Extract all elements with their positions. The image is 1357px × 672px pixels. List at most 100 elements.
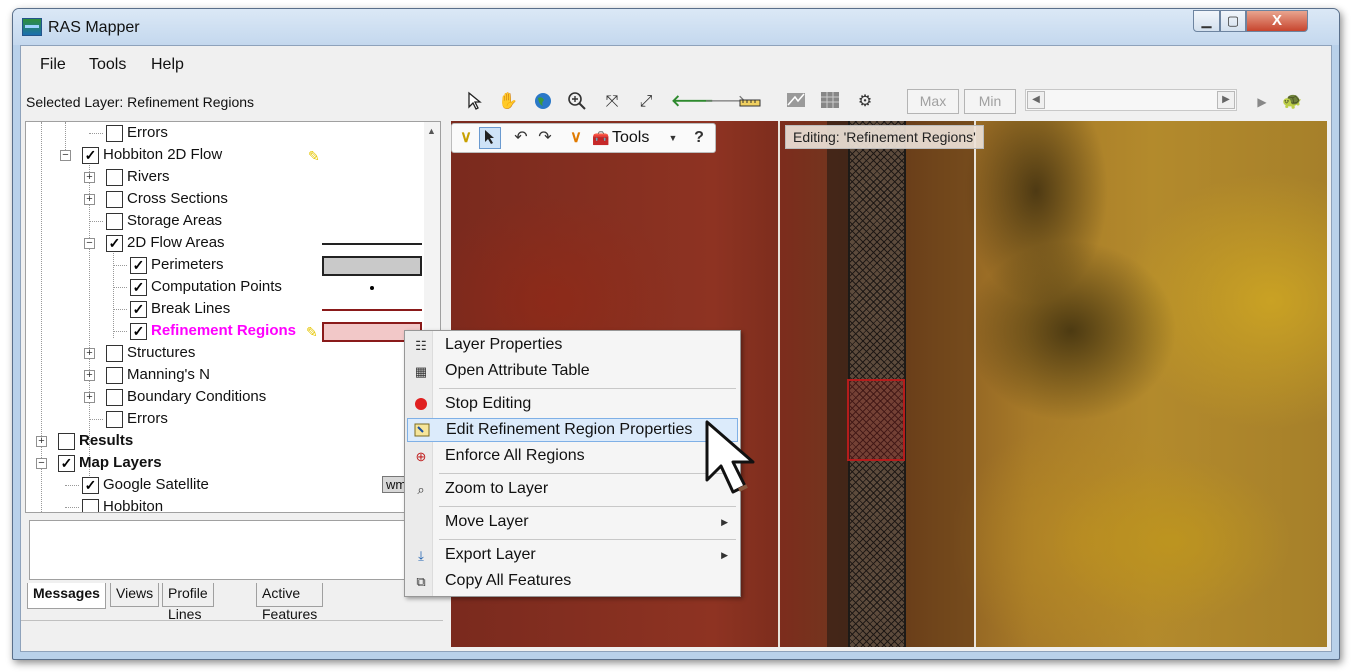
redo-icon[interactable]: ↷ xyxy=(534,127,556,149)
tree-item-structures[interactable]: + Structures xyxy=(26,343,426,365)
tree-item-perimeters[interactable]: ✓ Perimeters xyxy=(26,255,426,277)
undo-icon[interactable]: ↶ xyxy=(510,127,532,149)
tree-item-storage-areas[interactable]: Storage Areas xyxy=(26,211,426,233)
tree-item-break-lines[interactable]: ✓ Break Lines xyxy=(26,299,426,321)
edit-vertex-icon[interactable] xyxy=(479,127,501,149)
collapse-icon[interactable]: − xyxy=(36,458,47,469)
close-button[interactable]: X xyxy=(1246,10,1308,32)
chevron-down-icon[interactable]: ▼ xyxy=(662,127,684,149)
boundary-conditions-checkbox[interactable] xyxy=(106,389,123,406)
help-icon[interactable]: ? xyxy=(688,127,710,149)
menu-tools[interactable]: Tools xyxy=(89,56,126,74)
tree-item-hobbiton[interactable]: Hobbiton xyxy=(26,497,426,512)
slider-left-arrow-icon[interactable]: ◀ xyxy=(1027,91,1045,109)
hobbiton-checkbox[interactable] xyxy=(82,499,99,512)
zoom-in-icon[interactable] xyxy=(566,91,588,113)
slider-right-arrow-icon[interactable]: ▶ xyxy=(1217,91,1235,109)
tree-item-computation-points[interactable]: ✓ Computation Points xyxy=(26,277,426,299)
expand-icon[interactable]: + xyxy=(36,436,47,447)
profile-line-icon[interactable] xyxy=(785,91,807,113)
errors-bottom-checkbox[interactable] xyxy=(106,411,123,428)
menu-item-open-attribute-table[interactable]: ▦ Open Attribute Table xyxy=(407,360,738,384)
structures-checkbox[interactable] xyxy=(106,345,123,362)
messages-box[interactable] xyxy=(29,520,429,580)
menu-item-export-layer[interactable]: ⤓ Export Layer ▶ xyxy=(407,544,738,568)
tab-messages[interactable]: Messages xyxy=(27,583,106,609)
max-button[interactable]: Max xyxy=(907,89,959,114)
tree-item-rivers[interactable]: + Rivers xyxy=(26,167,426,189)
tree-item-results[interactable]: + Results xyxy=(26,431,426,453)
hobbiton-2d-flow-checkbox[interactable]: ✓ xyxy=(82,147,99,164)
zoom-extent-icon[interactable]: ⤧ xyxy=(601,91,623,113)
measure-ruler-icon[interactable] xyxy=(739,91,761,113)
pan-hand-icon[interactable]: ✋ xyxy=(497,91,519,113)
menu-item-layer-properties[interactable]: ☷ Layer Properties xyxy=(407,334,738,358)
tree-item-errors-top[interactable]: Errors xyxy=(26,123,426,145)
tab-profile-lines[interactable]: Profile Lines xyxy=(162,583,214,622)
tree-item-label: Break Lines xyxy=(151,300,231,317)
tree-item-hobbiton-2d-flow[interactable]: − ✓ Hobbiton 2D Flow ✎ xyxy=(26,145,426,167)
tree-line xyxy=(113,287,127,288)
google-satellite-checkbox[interactable]: ✓ xyxy=(82,477,99,494)
draw-polyline-icon[interactable]: ∨ xyxy=(455,127,477,149)
tree-item-label: Results xyxy=(79,432,134,449)
perimeters-checkbox[interactable]: ✓ xyxy=(130,257,147,274)
tree-item-boundary-conditions[interactable]: + Boundary Conditions xyxy=(26,387,426,409)
menu-help[interactable]: Help xyxy=(151,56,184,74)
minimize-button[interactable]: ▁ xyxy=(1193,10,1220,32)
mannings-n-checkbox[interactable] xyxy=(106,367,123,384)
refinement-region-polygon[interactable] xyxy=(847,379,905,461)
tools-dropdown[interactable]: Tools xyxy=(612,127,649,149)
tree-item-google-satellite[interactable]: ✓ Google Satellite wms xyxy=(26,475,426,497)
tree-item-mannings-n[interactable]: + Manning's N xyxy=(26,365,426,387)
collapse-icon[interactable]: − xyxy=(60,150,71,161)
menu-item-copy-all-features[interactable]: ⧉ Copy All Features xyxy=(407,570,738,594)
time-slider[interactable]: ◀ ▶ xyxy=(1025,89,1237,111)
expand-icon[interactable]: + xyxy=(84,370,95,381)
map-layers-checkbox[interactable]: ✓ xyxy=(58,455,75,472)
min-button[interactable]: Min xyxy=(964,89,1016,114)
storage-areas-checkbox[interactable] xyxy=(106,213,123,230)
rivers-checkbox[interactable] xyxy=(106,169,123,186)
tree-item-2d-flow-areas[interactable]: − ✓ 2D Flow Areas xyxy=(26,233,426,255)
maximize-button[interactable]: ▢ xyxy=(1220,10,1246,32)
tab-views[interactable]: Views xyxy=(110,583,160,607)
expand-icon[interactable]: + xyxy=(84,392,95,403)
menu-item-zoom-to-layer[interactable]: ⌕ Zoom to Layer xyxy=(407,478,738,502)
expand-icon[interactable]: + xyxy=(84,348,95,359)
menu-item-stop-editing[interactable]: Stop Editing xyxy=(407,393,738,417)
expand-icon[interactable]: + xyxy=(84,172,95,183)
menu-item-move-layer[interactable]: Move Layer ▶ xyxy=(407,511,738,535)
menu-file[interactable]: File xyxy=(40,56,66,74)
menu-item-edit-refinement-region-properties[interactable]: Edit Refinement Region Properties xyxy=(407,418,738,442)
grid-icon[interactable] xyxy=(819,91,841,113)
tree-item-cross-sections[interactable]: + Cross Sections xyxy=(26,189,426,211)
cross-sections-checkbox[interactable] xyxy=(106,191,123,208)
2d-flow-areas-checkbox[interactable]: ✓ xyxy=(106,235,123,252)
full-extent-icon[interactable]: ⤢ xyxy=(635,91,657,113)
break-lines-checkbox[interactable]: ✓ xyxy=(130,301,147,318)
results-checkbox[interactable] xyxy=(58,433,75,450)
add-point-icon[interactable]: ∨ xyxy=(565,127,587,149)
globe-icon[interactable] xyxy=(532,91,554,113)
refinement-regions-checkbox[interactable]: ✓ xyxy=(130,323,147,340)
menu-item-enforce-all-regions[interactable]: ⊕ Enforce All Regions xyxy=(407,445,738,469)
expand-icon[interactable]: + xyxy=(84,194,95,205)
tab-active-features[interactable]: Active Features xyxy=(256,583,324,622)
tree-item-map-layers[interactable]: − ✓ Map Layers xyxy=(26,453,426,475)
forward-arrow-icon[interactable]: 🡒 xyxy=(704,91,747,113)
settings-tool-icon[interactable]: ⚙ xyxy=(854,91,876,113)
tree-item-label: Perimeters xyxy=(151,256,224,273)
errors-top-checkbox[interactable] xyxy=(106,125,123,142)
animation-speed-icon[interactable]: 🐢 xyxy=(1281,91,1303,113)
back-arrow-icon[interactable]: 🡐 xyxy=(671,91,714,113)
collapse-icon[interactable]: − xyxy=(84,238,95,249)
tree-item-errors-bottom[interactable]: Errors xyxy=(26,409,426,431)
play-icon[interactable]: ▶ xyxy=(1251,91,1273,113)
title-bar[interactable]: RAS Mapper ▁ ▢ X xyxy=(13,9,1339,45)
scroll-up-icon[interactable]: ▲ xyxy=(427,126,436,136)
computation-points-checkbox[interactable]: ✓ xyxy=(130,279,147,296)
tree-item-refinement-regions[interactable]: ✓ Refinement Regions ✎ xyxy=(26,321,426,343)
select-arrow-icon[interactable] xyxy=(463,91,485,113)
computation-point-legend-dot xyxy=(370,286,374,290)
